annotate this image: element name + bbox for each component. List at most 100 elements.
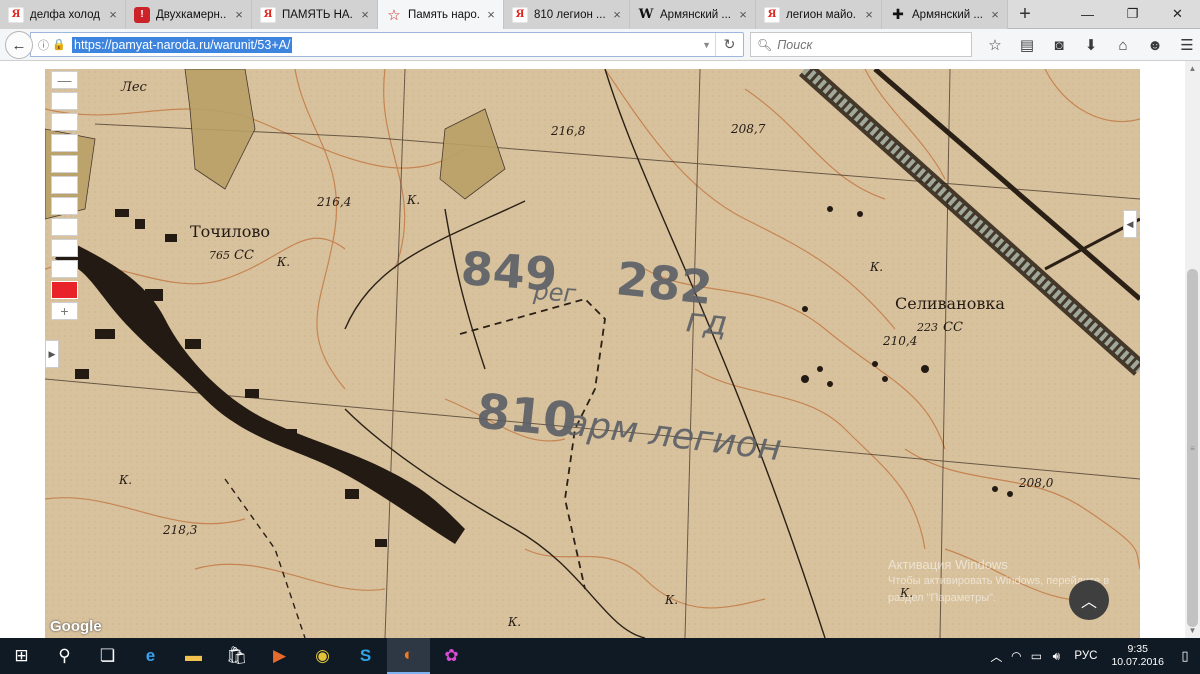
picasa-icon[interactable]: ✿ (430, 638, 473, 674)
task-view-icon[interactable]: ❏ (86, 638, 129, 674)
pocket-icon[interactable]: ◙ (1044, 33, 1074, 57)
expand-left-panel-button[interactable]: ▶ (45, 340, 59, 368)
yandex-icon: Я (8, 6, 24, 23)
download-icon[interactable]: ⬇ (1076, 33, 1106, 57)
tab-close-icon[interactable]: × (233, 7, 245, 22)
label-selivanovka-num: 223 (916, 321, 938, 334)
label-les: Лес (120, 80, 148, 95)
reading-list-icon[interactable]: ▤ (1012, 33, 1042, 57)
tab-close-icon[interactable]: × (863, 7, 875, 22)
volume-icon[interactable]: 🔊︎ (1046, 649, 1066, 664)
minimize-icon[interactable]: — (1065, 0, 1110, 28)
network-icon[interactable]: ▭ (1026, 649, 1046, 663)
skype-icon[interactable]: S (344, 638, 387, 674)
tab-close-icon[interactable]: × (359, 7, 371, 22)
search-input[interactable] (777, 37, 968, 52)
search-bar[interactable]: 🔍︎ (750, 32, 972, 57)
tab-label: Армянский ... (660, 8, 731, 21)
chevron-right-icon: ▶ (48, 348, 56, 359)
tab-close-icon[interactable]: × (107, 7, 119, 22)
zoom-level-step[interactable] (51, 197, 78, 215)
tab-4-active[interactable]: ☆ Память наро... × (378, 0, 504, 30)
map-image[interactable]: Лес Точилово 765 СС Селивановка 223 СС 2… (45, 69, 1140, 638)
chevron-left-icon: ◀ (1126, 218, 1134, 229)
scroll-down-arrow-icon[interactable]: ▼ (1185, 623, 1200, 638)
tab-close-icon[interactable]: × (989, 7, 1001, 22)
zoom-level-step[interactable] (51, 113, 78, 131)
bookmark-star-icon[interactable]: ☆ (980, 33, 1010, 57)
windows-start-icon[interactable]: ⊞ (0, 638, 43, 674)
search-icon[interactable]: ⚲ (43, 638, 86, 674)
expand-right-panel-button[interactable]: ◀ (1123, 210, 1137, 238)
yandex-icon: Я (512, 6, 528, 23)
show-hidden-icons-chevron-icon[interactable]: ︿ (986, 648, 1006, 665)
firefox-icon[interactable]: ◐ (387, 638, 430, 674)
info-icon[interactable]: ⓘ (38, 37, 52, 53)
tab-6[interactable]: W Армянский ... × (630, 0, 756, 29)
arrow-left-icon: ← (11, 36, 27, 54)
watermark-title: Активация Windows (888, 557, 1008, 572)
zoom-level-current[interactable] (51, 281, 78, 299)
system-tray: ︿ ◠ ▭ 🔊︎ РУС 9:35 10.07.2016 ▯ (986, 638, 1200, 674)
wifi-icon[interactable]: ◠ (1006, 649, 1026, 663)
page-content: Лес Точилово 765 СС Селивановка 223 СС 2… (0, 61, 1200, 638)
home-icon[interactable]: ⌂ (1108, 33, 1138, 57)
windows-taskbar: ⊞ ⚲ ❏ e ▬ 🛍︎ ▶ ◉ S ◐ ✿ ︿ ◠ ▭ 🔊︎ РУС 9:35… (0, 638, 1200, 674)
notifications-icon[interactable]: ▯ (1170, 648, 1200, 664)
tab-2[interactable]: ! Двухкамерн... × (126, 0, 252, 29)
store-icon[interactable]: 🛍︎ (215, 638, 258, 674)
tab-3[interactable]: Я ПАМЯТЬ НА... × (252, 0, 378, 29)
zoom-level-step[interactable] (51, 155, 78, 173)
url-text[interactable]: https://pamyat-naroda.ru/warunit/53+A/ (72, 36, 293, 53)
vertical-scrollbar[interactable]: ▲ ≡ ▼ (1185, 61, 1200, 638)
new-tab-button[interactable]: + (1008, 0, 1042, 28)
tab-5[interactable]: Я 810 легион ... × (504, 0, 630, 29)
scrollbar-thumb[interactable]: ≡ (1187, 269, 1198, 627)
restore-icon[interactable]: ❐ (1110, 0, 1155, 28)
language-indicator[interactable]: РУС (1066, 650, 1105, 662)
clock[interactable]: 9:35 10.07.2016 (1105, 643, 1170, 669)
elevation: 218,3 (162, 523, 198, 537)
zoom-level-step[interactable] (51, 176, 78, 194)
zoom-level-step[interactable] (51, 218, 78, 236)
tab-close-icon[interactable]: × (485, 7, 497, 22)
close-icon[interactable]: ✕ (1155, 0, 1200, 28)
tab-label: 810 легион ... (534, 8, 605, 21)
zoom-minus-button[interactable]: — (51, 71, 78, 89)
tab-8[interactable]: ✚ Армянский ... × (882, 0, 1008, 29)
zoom-level-step[interactable] (51, 260, 78, 278)
reload-icon[interactable]: ↻ (715, 33, 743, 56)
chevron-down-icon[interactable]: ▼ (702, 40, 711, 50)
annotation-gd: гд (684, 300, 729, 344)
yandex-icon: Я (764, 6, 780, 23)
tab-1[interactable]: Я делфа холод... × (0, 0, 126, 29)
search-icon: 🔍︎ (757, 37, 773, 52)
chrome-icon[interactable]: ◉ (301, 638, 344, 674)
zoom-level-step[interactable] (51, 92, 78, 110)
tab-7[interactable]: Я легион майо... × (756, 0, 882, 29)
file-explorer-icon[interactable]: ▬ (172, 638, 215, 674)
edge-browser-icon[interactable]: e (129, 638, 172, 674)
zoom-level-step[interactable] (51, 134, 78, 152)
cross-icon: ✚ (892, 6, 904, 22)
star-icon: ☆ (387, 6, 401, 24)
zoom-level-step[interactable] (51, 239, 78, 257)
menu-icon[interactable]: ☰ (1172, 33, 1200, 57)
tab-close-icon[interactable]: × (611, 7, 623, 22)
warning-lock-icon[interactable]: 🔒 (52, 38, 68, 51)
zoom-plus-button[interactable]: + (51, 302, 78, 320)
chat-icon[interactable]: ☻ (1140, 33, 1170, 57)
scroll-up-arrow-icon[interactable]: ▲ (1185, 61, 1200, 76)
url-bar[interactable]: ⓘ 🔒 https://pamyat-naroda.ru/warunit/53+… (30, 32, 744, 57)
back-button[interactable]: ← (5, 31, 33, 59)
media-player-icon[interactable]: ▶ (258, 638, 301, 674)
tab-label: легион майо... (786, 8, 857, 21)
tab-label: ПАМЯТЬ НА... (282, 8, 353, 21)
tab-close-icon[interactable]: × (737, 7, 749, 22)
scroll-to-top-button[interactable]: ︿ (1069, 580, 1109, 620)
clock-time: 9:35 (1127, 643, 1148, 655)
map-drawing: Лес Точилово 765 СС Селивановка 223 СС 2… (45, 69, 1140, 638)
nav-bar: ⓘ 🔒 https://pamyat-naroda.ru/warunit/53+… (0, 29, 1200, 61)
clock-date: 10.07.2016 (1111, 656, 1164, 668)
elevation: 208,7 (730, 122, 766, 136)
